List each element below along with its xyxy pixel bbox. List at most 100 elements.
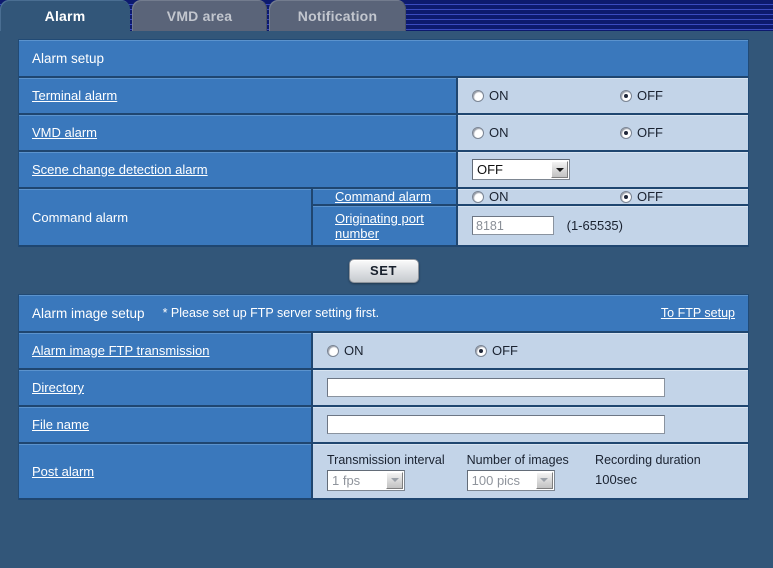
alarm-image-setup-header-cell: Alarm image setup * Please set up FTP se… <box>19 295 748 333</box>
row-scene-change-detection-alarm: Scene change detection alarm OFF <box>19 152 748 189</box>
tab-notification[interactable]: Notification <box>269 0 406 31</box>
set-button[interactable]: SET <box>348 258 419 283</box>
number-of-images-group: Number of images 100 pics <box>466 452 573 491</box>
row-command-alarm: Command alarm Command alarm ON OFF <box>19 189 748 247</box>
chevron-down-icon[interactable] <box>535 471 553 489</box>
directory-link[interactable]: Directory <box>32 380 84 395</box>
originating-port-range-hint: (1-65535) <box>566 217 623 233</box>
radio-button-selected-icon <box>620 89 632 102</box>
command-alarm-radio-off[interactable]: OFF <box>620 189 663 204</box>
transmission-interval-caption: Transmission interval <box>327 452 445 467</box>
row-directory: Directory <box>19 370 748 407</box>
radio-button-icon <box>472 126 484 139</box>
set-button-area: SET <box>18 247 749 294</box>
alarm-image-setup-header-row: Alarm image setup * Please set up FTP se… <box>19 295 748 333</box>
ftp-transmission-off-label: OFF <box>492 343 518 358</box>
chevron-down-icon[interactable] <box>386 471 403 489</box>
command-alarm-radio-on[interactable]: ON <box>472 189 620 204</box>
ftp-transmission-on-label: ON <box>344 343 364 358</box>
ftp-transmission-value-cell: ON OFF <box>311 333 748 370</box>
file-name-input[interactable] <box>327 415 665 434</box>
originating-port-number-link[interactable]: Originating port number <box>335 211 424 241</box>
row-post-alarm: Post alarm Transmission interval 1 fps N… <box>19 444 748 500</box>
vmd-alarm-on-label: ON <box>489 125 509 140</box>
radio-button-icon <box>472 190 484 203</box>
alarm-image-setup-title: Alarm image setup <box>32 305 145 321</box>
scene-change-select[interactable]: OFF <box>472 159 570 180</box>
row-alarm-image-ftp-transmission: Alarm image FTP transmission ON OFF <box>19 333 748 370</box>
file-name-link[interactable]: File name <box>32 417 89 432</box>
recording-duration-group: Recording duration 100sec <box>595 453 726 487</box>
radio-button-selected-icon <box>620 190 632 203</box>
top-spacer <box>18 31 755 39</box>
alarm-image-ftp-transmission-link[interactable]: Alarm image FTP transmission <box>32 343 209 358</box>
command-alarm-on-label: ON <box>489 189 509 204</box>
radio-button-icon <box>327 344 339 357</box>
terminal-alarm-off-label: OFF <box>637 88 663 103</box>
vmd-alarm-link[interactable]: VMD alarm <box>32 125 97 140</box>
vmd-alarm-label-cell: VMD alarm <box>19 115 456 152</box>
to-ftp-setup-link[interactable]: To FTP setup <box>661 306 735 320</box>
radio-button-icon <box>472 89 484 102</box>
terminal-alarm-label-cell: Terminal alarm <box>19 78 456 115</box>
tab-alarm[interactable]: Alarm <box>0 0 130 31</box>
ftp-transmission-radio-on[interactable]: ON <box>327 343 475 358</box>
tab-bar: Alarm VMD area Notification <box>0 0 773 31</box>
originating-port-value-cell: (1-65535) <box>456 206 748 247</box>
terminal-alarm-radio-on[interactable]: ON <box>472 88 620 103</box>
page-body: Alarm setup Terminal alarm ON OFF VMD al… <box>0 31 773 500</box>
scene-change-select-value: OFF <box>477 162 503 177</box>
terminal-alarm-on-label: ON <box>489 88 509 103</box>
number-of-images-value: 100 pics <box>471 472 521 488</box>
transmission-interval-select[interactable]: 1 fps <box>327 469 405 491</box>
originating-port-number-input[interactable] <box>472 216 554 235</box>
scene-change-detection-alarm-link[interactable]: Scene change detection alarm <box>32 162 208 177</box>
post-alarm-label-cell: Post alarm <box>19 444 311 500</box>
row-file-name: File name <box>19 407 748 444</box>
directory-value-cell <box>311 370 748 407</box>
recording-duration-caption: Recording duration <box>595 452 701 467</box>
command-alarm-sub-label-cell: Command alarm <box>311 189 456 206</box>
row-vmd-alarm: VMD alarm ON OFF <box>19 115 748 152</box>
terminal-alarm-value-cell: ON OFF <box>456 78 748 115</box>
alarm-image-setup-table: Alarm image setup * Please set up FTP se… <box>19 295 748 500</box>
radio-button-selected-icon <box>475 344 487 357</box>
vmd-alarm-radio-on[interactable]: ON <box>472 125 620 140</box>
vmd-alarm-radio-off[interactable]: OFF <box>620 125 663 140</box>
originating-port-label-cell: Originating port number <box>311 206 456 247</box>
directory-label-cell: Directory <box>19 370 311 407</box>
tab-list: Alarm VMD area Notification <box>0 0 408 31</box>
scene-change-value-cell: OFF <box>456 152 748 189</box>
terminal-alarm-radio-off[interactable]: OFF <box>620 88 663 103</box>
alarm-setup-header-row: Alarm setup <box>19 40 748 78</box>
number-of-images-select[interactable]: 100 pics <box>466 469 555 491</box>
command-alarm-value-cell: ON OFF <box>456 189 748 206</box>
alarm-image-setup-panel: Alarm image setup * Please set up FTP se… <box>18 294 749 500</box>
ftp-server-note: * Please set up FTP server setting first… <box>162 306 380 320</box>
file-name-value-cell <box>311 407 748 444</box>
command-alarm-off-label: OFF <box>637 189 663 204</box>
tab-vmd-area-label: VMD area <box>166 7 233 24</box>
post-alarm-link[interactable]: Post alarm <box>32 464 94 479</box>
scene-change-label-cell: Scene change detection alarm <box>19 152 456 189</box>
alarm-setup-panel: Alarm setup Terminal alarm ON OFF VMD al… <box>18 39 749 247</box>
transmission-interval-value: 1 fps <box>332 472 361 488</box>
tab-vmd-area[interactable]: VMD area <box>132 0 267 31</box>
tab-notification-label: Notification <box>297 7 378 24</box>
command-alarm-link[interactable]: Command alarm <box>335 189 431 204</box>
vmd-alarm-value-cell: ON OFF <box>456 115 748 152</box>
number-of-images-caption: Number of images <box>466 452 569 467</box>
tab-alarm-label: Alarm <box>44 7 86 24</box>
alarm-setup-title: Alarm setup <box>32 50 105 66</box>
alarm-setup-table: Alarm setup Terminal alarm ON OFF VMD al… <box>19 40 748 247</box>
ftp-transmission-radio-off[interactable]: OFF <box>475 343 518 358</box>
command-alarm-group-label-cell: Command alarm <box>19 189 311 247</box>
alarm-setup-header-cell: Alarm setup <box>19 40 748 78</box>
post-alarm-value-cell: Transmission interval 1 fps Number of im… <box>311 444 748 500</box>
vmd-alarm-off-label: OFF <box>637 125 663 140</box>
command-alarm-group-label: Command alarm <box>32 209 129 225</box>
directory-input[interactable] <box>327 378 665 397</box>
terminal-alarm-link[interactable]: Terminal alarm <box>32 88 117 103</box>
chevron-down-icon[interactable] <box>551 161 568 178</box>
file-name-label-cell: File name <box>19 407 311 444</box>
